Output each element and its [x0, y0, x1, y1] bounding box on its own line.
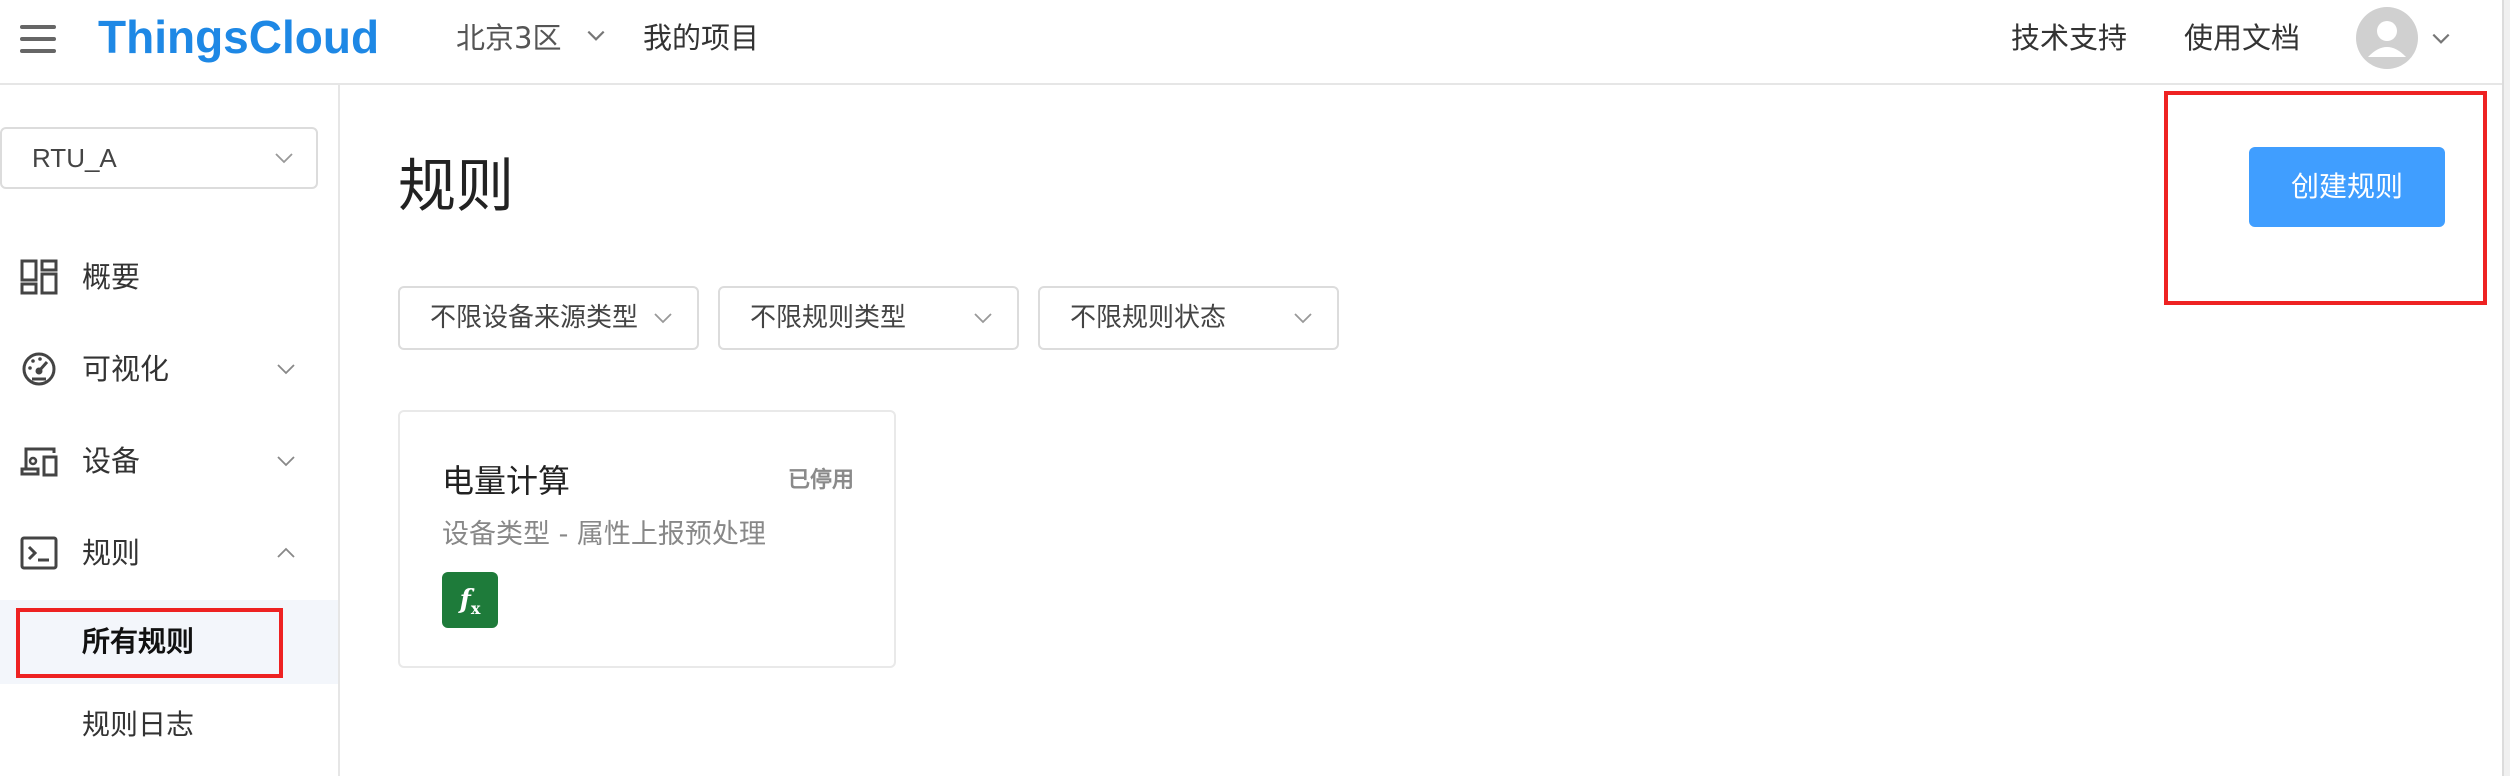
rule-status-badge: 已停用 [787, 468, 854, 493]
chevron-down-icon [654, 313, 672, 324]
filter-device-source[interactable]: 不限设备来源类型 [398, 286, 699, 350]
sidebar-item-label: 概要 [82, 260, 141, 294]
sidebar-item-visualization[interactable]: 可视化 [0, 334, 338, 404]
app-logo[interactable]: ThingsCloud [98, 6, 379, 68]
my-projects-link[interactable]: 我的项目 [643, 14, 759, 62]
chevron-down-icon [974, 313, 992, 324]
gauge-icon [22, 352, 56, 386]
project-select-value: RTU_A [32, 143, 117, 173]
chevron-down-icon [275, 153, 293, 164]
docs-link[interactable]: 使用文档 [2184, 14, 2300, 62]
filter-rule-type[interactable]: 不限规则类型 [718, 286, 1019, 350]
top-navbar: ThingsCloud 北京3区 我的项目 技术支持 使用文档 [0, 0, 2510, 85]
menu-icon[interactable] [18, 20, 60, 60]
tech-support-link[interactable]: 技术支持 [2011, 14, 2127, 62]
scrollbar[interactable] [2502, 0, 2510, 776]
sidebar-subitem-all-rules[interactable]: 所有规则 [0, 600, 338, 684]
filter-rule-status[interactable]: 不限规则状态 [1038, 286, 1339, 350]
filter-value: 不限规则类型 [750, 303, 907, 333]
terminal-icon [20, 536, 58, 570]
chevron-down-icon [277, 364, 295, 375]
user-icon [2368, 21, 2406, 57]
chevron-down-icon [277, 456, 295, 467]
sidebar: RTU_A 概要 可视化 设备 规则 所有规则 规则日志 [0, 85, 340, 776]
chevron-up-icon [277, 547, 295, 558]
sidebar-item-overview[interactable]: 概要 [0, 242, 338, 312]
region-selector[interactable]: 北京3区 [456, 14, 607, 62]
rule-card[interactable]: 电量计算 已停用 设备类型 - 属性上报预处理 fx [398, 410, 896, 668]
chevron-down-icon [587, 30, 605, 41]
sidebar-subitem-label: 所有规则 [82, 625, 195, 658]
sidebar-item-devices[interactable]: 设备 [0, 426, 338, 496]
devices-icon [20, 447, 58, 477]
dashboard-icon [20, 259, 58, 295]
sidebar-subitem-rule-logs[interactable]: 规则日志 [0, 683, 338, 767]
sidebar-subitem-label: 规则日志 [82, 708, 195, 741]
filter-value: 不限设备来源类型 [430, 303, 639, 333]
function-icon: fx [442, 572, 498, 628]
rule-title: 电量计算 [442, 462, 571, 500]
chevron-down-icon [1294, 313, 1312, 324]
sidebar-item-rules[interactable]: 规则 [0, 518, 338, 588]
filter-value: 不限规则状态 [1070, 303, 1227, 333]
create-rule-button[interactable]: 创建规则 [2249, 147, 2445, 227]
sidebar-item-label: 设备 [82, 444, 141, 478]
page-title: 规则 [398, 152, 515, 220]
sidebar-item-label: 可视化 [82, 352, 170, 386]
rule-subtitle: 设备类型 - 属性上报预处理 [442, 519, 766, 550]
project-select[interactable]: RTU_A [0, 127, 318, 189]
region-label: 北京3区 [456, 21, 562, 55]
user-avatar[interactable] [2356, 7, 2418, 69]
chevron-down-icon[interactable] [2430, 28, 2452, 50]
sidebar-item-label: 规则 [82, 536, 141, 570]
